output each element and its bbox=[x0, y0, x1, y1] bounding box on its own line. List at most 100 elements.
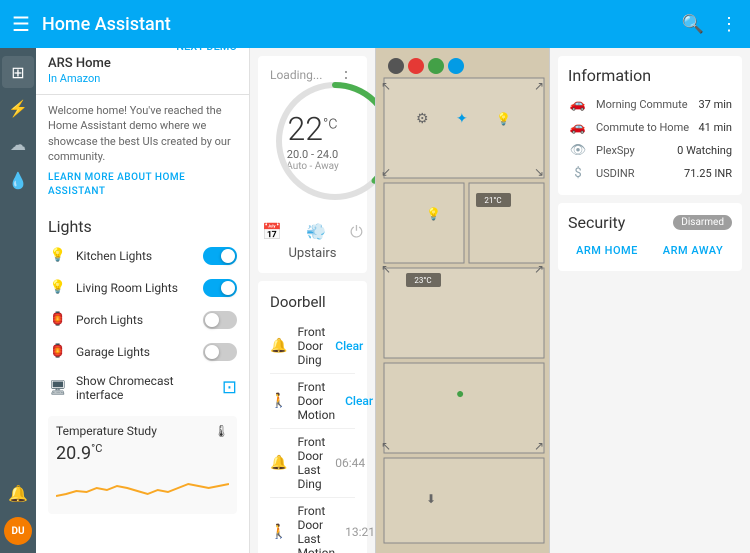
welcome-message: Welcome home! You've reached the Home As… bbox=[48, 104, 231, 163]
chromecast-icon: 🖥 bbox=[48, 378, 68, 398]
light-name-garage: Garage Lights bbox=[76, 345, 195, 359]
doorbell-item-ding: 🔔 Front Door Ding Clear bbox=[270, 319, 355, 374]
commute-home-icon: 🚗 bbox=[568, 120, 588, 135]
disarmed-badge[interactable]: Disarmed bbox=[673, 215, 732, 230]
garage-lights-toggle[interactable] bbox=[203, 343, 237, 361]
arm-home-button[interactable]: ARM HOME bbox=[568, 240, 646, 261]
svg-text:⬇: ⬇ bbox=[426, 492, 436, 506]
doorbell-item-last-motion: 🚶 Front Door Last Motion 13:21 bbox=[270, 498, 355, 553]
light-name-kitchen: Kitchen Lights bbox=[76, 249, 195, 263]
doorbell-clear-ding[interactable]: Clear bbox=[335, 339, 363, 353]
floorplan-svg: 21°C 23°C ↗ ↘ ↙ ↖ ↗ ↖ ↗ ↖ ⚙ ✦ 💡 💡 bbox=[376, 48, 551, 553]
light-icon-garage: 🏮 bbox=[48, 342, 68, 362]
more-icon[interactable]: ⋮ bbox=[720, 14, 738, 35]
account-name: ARS Home bbox=[48, 56, 111, 71]
svg-text:💡: 💡 bbox=[426, 207, 441, 221]
main-content: ARS Home NEXT DEMO In Amazon Welcome hom… bbox=[36, 48, 750, 553]
morning-commute-label: Morning Commute bbox=[596, 98, 691, 111]
usdinr-value: 71.25 INR bbox=[684, 167, 732, 180]
next-demo-button[interactable]: NEXT DEMO bbox=[176, 48, 237, 53]
svg-text:●: ● bbox=[456, 386, 464, 402]
temp-study-value: 20.9°C bbox=[56, 442, 229, 464]
learn-more-link[interactable]: LEARN MORE ABOUT HOME ASSISTANT bbox=[48, 171, 237, 199]
plexspy-value: 0 Watching bbox=[677, 144, 732, 157]
doorbell-item-motion: 🚶 Front Door Motion Clear bbox=[270, 374, 355, 429]
thermostat-arc-svg bbox=[270, 76, 375, 206]
menu-icon[interactable]: ☰ bbox=[12, 12, 30, 36]
thermostat-calendar-icon[interactable]: 📅 bbox=[262, 222, 282, 242]
info-item-morning: 🚗 Morning Commute 37 min bbox=[568, 93, 732, 116]
doorbell-time-motion: 13:21 bbox=[345, 525, 375, 539]
left-panel: ARS Home NEXT DEMO In Amazon Welcome hom… bbox=[36, 48, 250, 553]
panel-header: ARS Home NEXT DEMO In Amazon bbox=[36, 48, 249, 95]
floorplan-background: 21°C 23°C ↗ ↘ ↙ ↖ ↗ ↖ ↗ ↖ ⚙ ✦ 💡 💡 bbox=[376, 48, 549, 553]
avatar[interactable]: DU bbox=[4, 517, 32, 545]
nav-icon-grid[interactable]: ⊞ bbox=[2, 56, 34, 88]
commute-home-label: Commute to Home bbox=[596, 121, 691, 134]
info-item-commute-home: 🚗 Commute to Home 41 min bbox=[568, 116, 732, 139]
doorbell-label-last-motion: Front Door Last Motion bbox=[297, 504, 335, 553]
doorbell-label-motion: Front Door Motion bbox=[297, 380, 335, 422]
svg-text:↖: ↖ bbox=[381, 79, 391, 93]
chromecast-item: 🖥 Show Chromecast interface ⊡ bbox=[36, 368, 249, 408]
doorbell-title: Doorbell bbox=[270, 293, 355, 311]
nav-icon-cloud[interactable]: ☁ bbox=[2, 128, 34, 160]
porch-lights-toggle[interactable] bbox=[203, 311, 237, 329]
svg-text:23°C: 23°C bbox=[414, 276, 431, 285]
plexspy-label: PlexSpy bbox=[596, 144, 669, 157]
app-body: ⊞ ⚡ ☁ 💧 🔔 DU ARS Home NEXT DEMO In Amazo… bbox=[0, 48, 750, 553]
light-name-porch: Porch Lights bbox=[76, 313, 195, 327]
information-section: Information 🚗 Morning Commute 37 min 🚗 C… bbox=[558, 56, 742, 195]
morning-commute-icon: 🚗 bbox=[568, 97, 588, 112]
svg-text:↗: ↗ bbox=[534, 262, 544, 276]
doorbell-motion-icon: 🚶 bbox=[270, 389, 287, 413]
doorbell-item-last-ding: 🔔 Front Door Last Ding 06:44 bbox=[270, 429, 355, 498]
info-item-usdinr: $ USDINR 71.25 INR bbox=[568, 162, 732, 185]
thermostat-name: Upstairs bbox=[270, 246, 355, 261]
svg-text:💡: 💡 bbox=[496, 112, 511, 126]
cast-icon[interactable]: ⊡ bbox=[222, 377, 237, 398]
living-lights-toggle[interactable] bbox=[203, 279, 237, 297]
light-icon-living: 💡 bbox=[48, 278, 68, 298]
right-panel: Information 🚗 Morning Commute 37 min 🚗 C… bbox=[550, 48, 750, 553]
svg-text:↙: ↙ bbox=[381, 165, 391, 179]
thermostat-controls: 📅 💨 ⏻ bbox=[270, 222, 355, 242]
temp-study-label: Temperature Study bbox=[56, 424, 157, 438]
doorbell-card: Doorbell 🔔 Front Door Ding Clear 🚶 Front… bbox=[258, 281, 367, 553]
doorbell-last-motion-icon: 🚶 bbox=[270, 520, 287, 544]
light-item-living: 💡 Living Room Lights bbox=[36, 272, 249, 304]
information-title: Information bbox=[568, 66, 732, 85]
nav-icon-notifications[interactable]: 🔔 bbox=[2, 477, 34, 509]
info-item-plexspy: 👁 PlexSpy 0 Watching bbox=[568, 139, 732, 162]
svg-text:↖: ↖ bbox=[381, 262, 391, 276]
doorbell-last-ding-icon: 🔔 bbox=[270, 451, 287, 475]
usdinr-icon: $ bbox=[568, 166, 588, 181]
svg-text:✦: ✦ bbox=[456, 111, 468, 127]
light-icon-kitchen: 💡 bbox=[48, 246, 68, 266]
light-icon-porch: 🏮 bbox=[48, 310, 68, 330]
nav-icon-water[interactable]: 💧 bbox=[2, 164, 34, 196]
search-icon[interactable]: 🔍 bbox=[682, 14, 704, 35]
light-item-porch: 🏮 Porch Lights bbox=[36, 304, 249, 336]
light-name-living: Living Room Lights bbox=[76, 281, 195, 295]
temp-study-icon: 🌡 bbox=[214, 424, 229, 438]
svg-text:⚙: ⚙ bbox=[416, 111, 429, 127]
header-actions: 🔍 ⋮ bbox=[682, 14, 738, 35]
floorplan-panel: 21°C 23°C ↗ ↘ ↙ ↖ ↗ ↖ ↗ ↖ ⚙ ✦ 💡 💡 bbox=[375, 48, 550, 553]
thermostat-power-icon[interactable]: ⏻ bbox=[350, 222, 363, 242]
arm-away-button[interactable]: ARM AWAY bbox=[654, 240, 732, 261]
security-header: Security Disarmed bbox=[568, 213, 732, 232]
morning-commute-value: 37 min bbox=[699, 98, 733, 111]
nav-icon-lightning[interactable]: ⚡ bbox=[2, 92, 34, 124]
svg-text:21°C: 21°C bbox=[484, 196, 501, 205]
kitchen-lights-toggle[interactable] bbox=[203, 247, 237, 265]
account-sub[interactable]: In Amazon bbox=[48, 72, 100, 85]
middle-panel: Loading... ⋮ 22°C 20.0 - 24.0 bbox=[250, 48, 375, 553]
doorbell-clear-motion[interactable]: Clear bbox=[345, 394, 373, 408]
thermostat-fan-icon[interactable]: 💨 bbox=[306, 222, 326, 242]
security-buttons: ARM HOME ARM AWAY bbox=[568, 240, 732, 261]
light-item-garage: 🏮 Garage Lights bbox=[36, 336, 249, 368]
temp-study-card: Temperature Study 🌡 20.9°C bbox=[48, 416, 237, 514]
doorbell-label-last-ding: Front Door Last Ding bbox=[297, 435, 325, 491]
security-section: Security Disarmed ARM HOME ARM AWAY bbox=[558, 203, 742, 271]
